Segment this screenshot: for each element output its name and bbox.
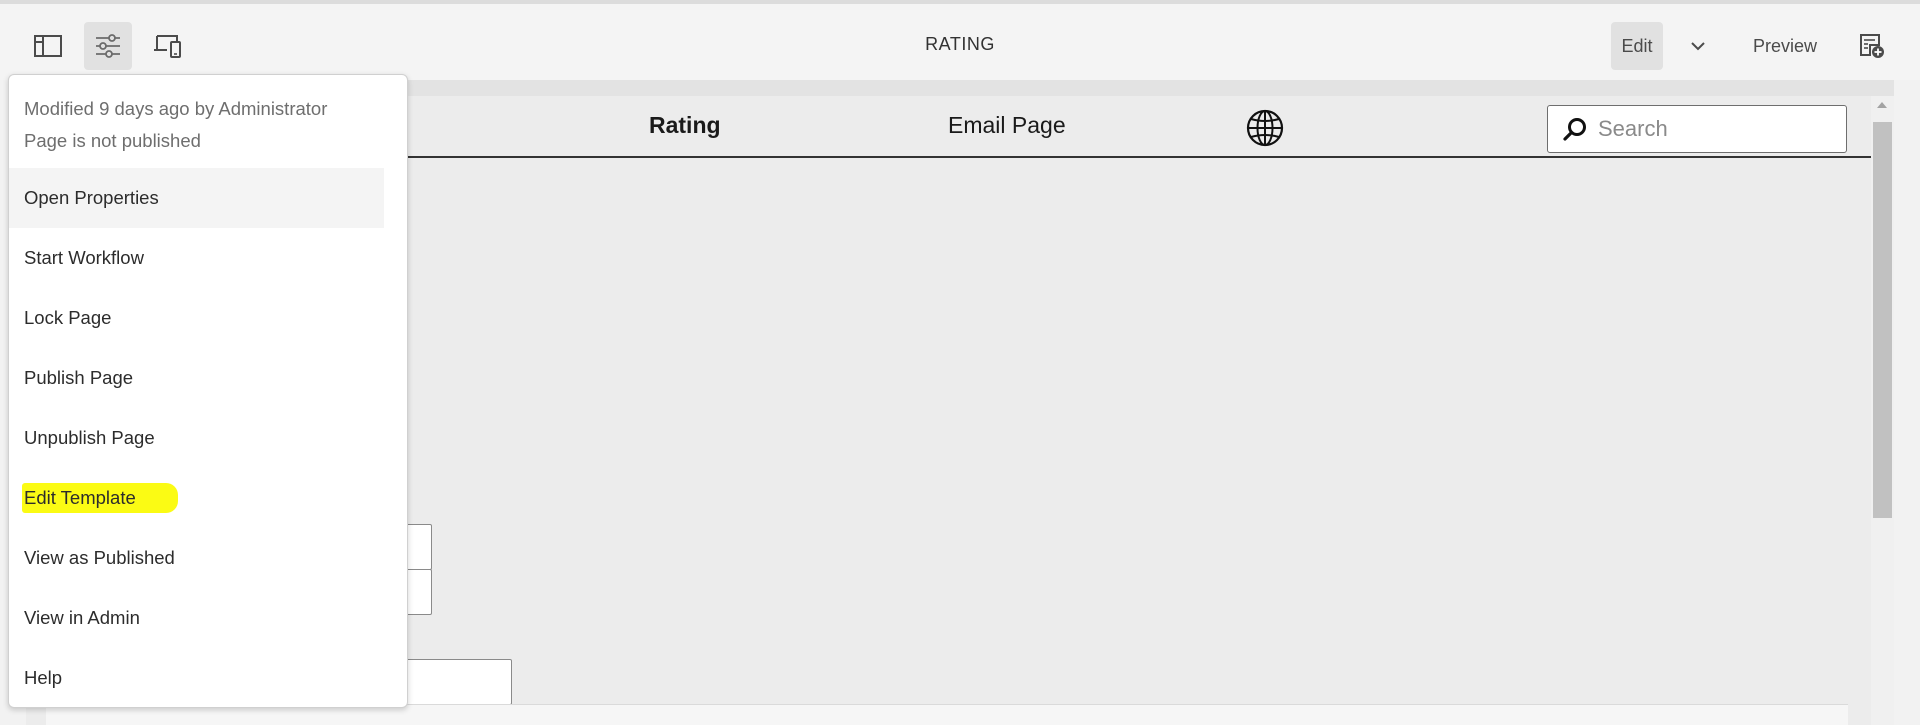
annotations-button[interactable]: [1852, 22, 1892, 70]
page-scrollbar[interactable]: [1871, 96, 1894, 725]
scroll-up-arrow-icon[interactable]: [1877, 102, 1887, 108]
preview-button[interactable]: Preview: [1735, 22, 1835, 70]
nav-link-email-page[interactable]: Email Page: [948, 112, 1066, 139]
menu-item-open-properties[interactable]: Open Properties: [9, 168, 384, 228]
publish-status: Page is not published: [24, 130, 201, 151]
scrollbar-thumb[interactable]: [1873, 122, 1892, 518]
page-meta: Modified 9 days ago by Administrator Pag…: [24, 93, 327, 157]
page-information-button[interactable]: [84, 22, 132, 70]
menu-item-edit-template[interactable]: Edit Template: [9, 468, 384, 528]
side-panel-icon: [34, 35, 62, 57]
chevron-down-icon: [1691, 42, 1705, 51]
menu-item-unpublish-page[interactable]: Unpublish Page: [9, 408, 384, 468]
modified-info: Modified 9 days ago by Administrator: [24, 98, 328, 119]
emulator-button[interactable]: [144, 22, 192, 70]
toggle-side-panel-button[interactable]: [24, 22, 72, 70]
menu-item-publish-page[interactable]: Publish Page: [9, 348, 384, 408]
mode-dropdown-button[interactable]: [1678, 22, 1718, 70]
language-globe-icon[interactable]: [1245, 108, 1285, 148]
page-properties-icon: [96, 34, 120, 58]
menu-item-view-as-published[interactable]: View as Published: [9, 528, 384, 588]
search-icon: [1562, 116, 1588, 142]
menu-item-view-in-admin[interactable]: View in Admin: [9, 588, 384, 648]
search-input[interactable]: [1598, 116, 1828, 142]
menu-item-start-workflow[interactable]: Start Workflow: [9, 228, 384, 288]
page-information-popover: Modified 9 days ago by Administrator Pag…: [8, 74, 408, 708]
site-search-field[interactable]: [1547, 105, 1847, 153]
nav-link-rating[interactable]: Rating: [649, 112, 721, 139]
emulator-icon: [154, 35, 181, 58]
annotations-icon: [1860, 34, 1884, 58]
menu-item-lock-page[interactable]: Lock Page: [9, 288, 384, 348]
editor-toolbar: RATING Edit Preview: [0, 0, 1920, 80]
menu-item-help[interactable]: Help: [9, 648, 384, 708]
edit-mode-button[interactable]: Edit: [1611, 22, 1663, 70]
